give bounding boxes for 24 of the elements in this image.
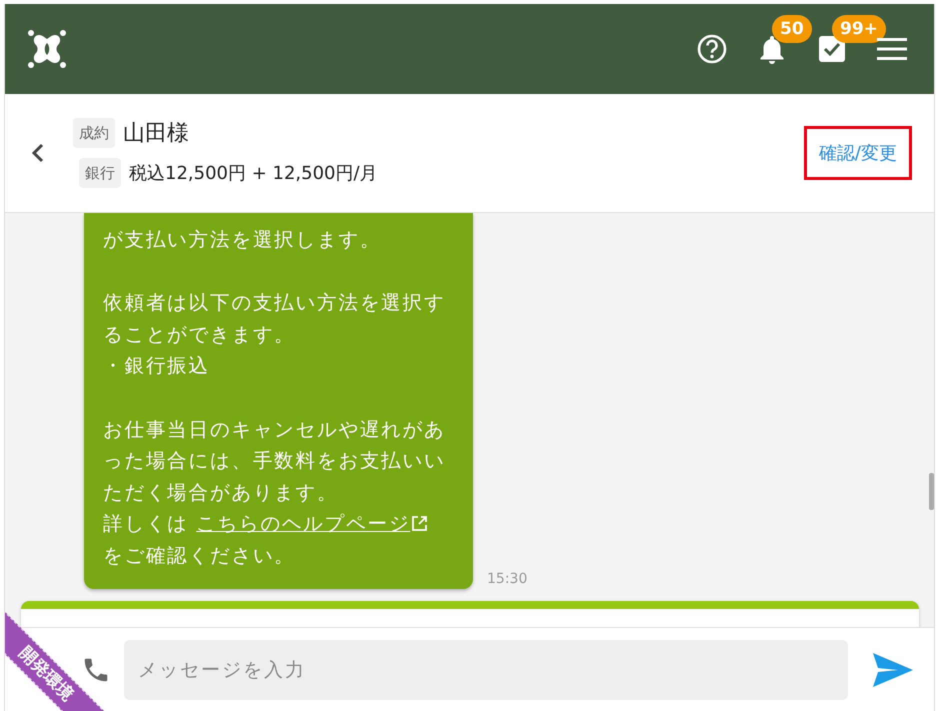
message-time: 15:30	[487, 570, 528, 587]
logo-icon[interactable]	[27, 29, 67, 69]
send-icon[interactable]	[872, 652, 914, 688]
payment-method-tag: 銀行	[79, 158, 121, 188]
help-page-link[interactable]: こちらのヘルプページ	[196, 512, 410, 536]
message-input[interactable]: メッセージを入力	[124, 640, 848, 700]
back-chevron-icon[interactable]	[31, 143, 45, 163]
help-icon[interactable]	[696, 33, 728, 65]
price-text: 税込12,500円 + 12,500円/月	[129, 162, 378, 185]
external-link-icon[interactable]	[411, 515, 428, 532]
scrollbar-thumb[interactable]	[929, 473, 934, 510]
message-text: 詳しくは こちらのヘルプページ をご確認ください。	[103, 508, 455, 572]
customer-name: 山田様	[123, 120, 189, 148]
menu-icon[interactable]	[877, 38, 907, 60]
confirm-change-button[interactable]: 確認/変更	[804, 126, 912, 180]
status-tag: 成約	[73, 118, 115, 148]
message-text: が支払い方法を選択します。	[103, 227, 382, 253]
bell-icon[interactable]	[758, 34, 786, 64]
notification-count-badge: 50	[772, 15, 812, 43]
task-checkbox-icon[interactable]	[818, 35, 846, 63]
message-text: 依頼者は以下の支払い方法を選択することができます。	[103, 290, 446, 348]
message-text: お仕事当日のキャンセルや遅れがあった場合には、手数料をお支払いいただく場合があります。	[103, 416, 446, 506]
task-count-badge: 99+	[832, 15, 886, 43]
message-text: ・銀行振込	[103, 353, 211, 380]
